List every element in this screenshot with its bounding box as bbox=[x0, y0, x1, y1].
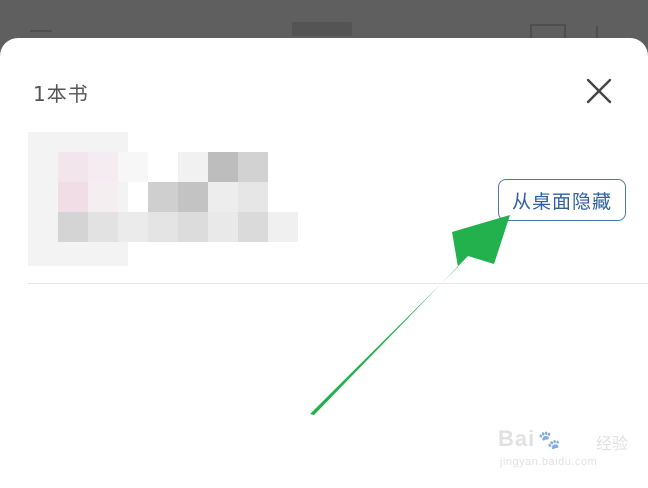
close-button[interactable] bbox=[580, 74, 618, 110]
blurred-pixel bbox=[238, 182, 268, 212]
blurred-pixel bbox=[58, 212, 88, 242]
blurred-pixel bbox=[178, 182, 208, 212]
watermark-brand: Bai bbox=[498, 426, 536, 451]
divider bbox=[28, 283, 648, 284]
blurred-pixel bbox=[88, 152, 118, 182]
blurred-pixel bbox=[118, 212, 148, 242]
blurred-pixel bbox=[58, 182, 88, 212]
blurred-pixel bbox=[88, 212, 118, 242]
blurred-pixel bbox=[178, 212, 208, 242]
blurred-pixel bbox=[208, 182, 238, 212]
paw-icon: 🐾 bbox=[538, 430, 561, 451]
blurred-pixel bbox=[88, 182, 118, 212]
blurred-pixel bbox=[58, 152, 88, 182]
blurred-pixel bbox=[238, 152, 268, 182]
blurred-pixel bbox=[148, 212, 178, 242]
close-icon bbox=[586, 78, 612, 104]
bottom-sheet: 1本书 从桌面隐藏 bbox=[0, 38, 648, 488]
blurred-pixel bbox=[268, 212, 298, 242]
blurred-pixel bbox=[148, 182, 178, 212]
hide-from-desktop-button[interactable]: 从桌面隐藏 bbox=[498, 179, 626, 221]
watermark-url: jingyan.baidu.com bbox=[500, 456, 598, 468]
blurred-pixel bbox=[178, 152, 208, 182]
watermark-sub: 经验 bbox=[596, 434, 629, 453]
blurred-pixel bbox=[238, 212, 268, 242]
blurred-pixel bbox=[208, 212, 238, 242]
blurred-pixel bbox=[208, 152, 238, 182]
background-title bbox=[292, 22, 352, 36]
blurred-pixel bbox=[118, 152, 148, 182]
sheet-title: 1本书 bbox=[33, 82, 89, 106]
baidu-watermark: Bai 🐾 经验 jingyan.baidu.com bbox=[498, 426, 638, 476]
